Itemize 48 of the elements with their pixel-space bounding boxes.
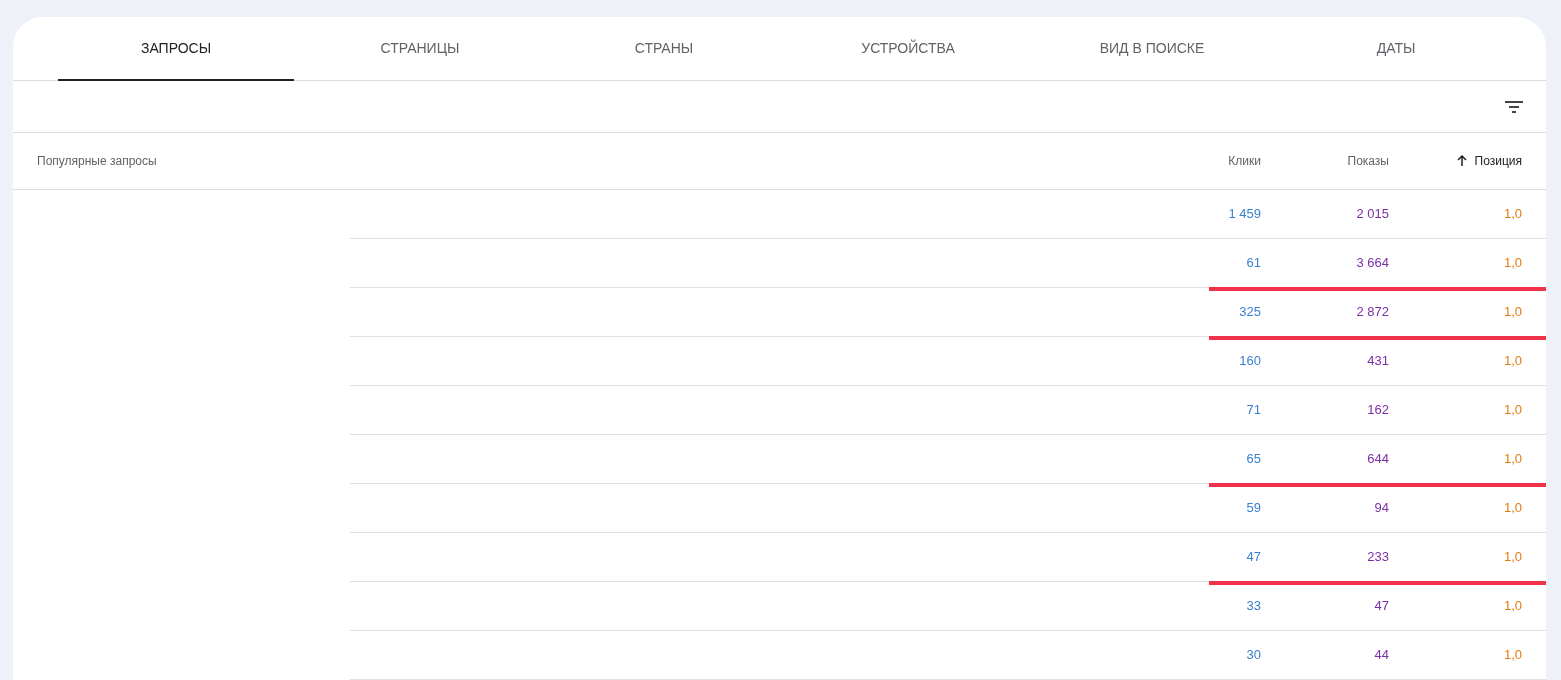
tab[interactable]: ЗАПРОСЫ [58, 17, 294, 81]
tab[interactable]: ДАТЫ [1278, 17, 1514, 81]
position-cell-text: 1,0 [1503, 450, 1522, 469]
position-cell-text: 1,0 [1503, 205, 1522, 224]
position-cell-text: 1,0 [1503, 646, 1522, 665]
tab[interactable]: СТРАНЫ [546, 17, 782, 81]
impressions-cell-text: 2 015 [1356, 205, 1389, 224]
impressions-cell-text: 3 664 [1356, 254, 1389, 273]
position-cell-text: 1,0 [1503, 597, 1522, 616]
column-header[interactable]: Позиция [1456, 152, 1522, 170]
column-header[interactable]: Клики [1228, 152, 1261, 170]
impressions-cell-text: 94 [1374, 499, 1389, 518]
table-row[interactable]: 30 44 1,0 [350, 631, 1546, 680]
impressions-cell-text: 233 [1367, 548, 1389, 567]
impressions-cell-text: 44 [1374, 646, 1389, 665]
clicks-cell-text: 61 [1246, 254, 1261, 273]
table-row[interactable]: 1 459 2 015 1,0 [350, 190, 1546, 239]
position-cell-text: 1,0 [1503, 303, 1522, 322]
table-row[interactable]: 160 431 1,0 [350, 337, 1546, 386]
column-header[interactable]: Показы [1347, 152, 1389, 170]
position-cell-text: 1,0 [1503, 499, 1522, 518]
clicks-cell-text: 33 [1246, 597, 1261, 616]
impressions-cell-text: 47 [1374, 597, 1389, 616]
position-cell-text: 1,0 [1503, 401, 1522, 420]
clicks-cell-text: 325 [1239, 303, 1261, 322]
table-row[interactable]: 71 162 1,0 [350, 386, 1546, 435]
position-cell-text: 1,0 [1503, 254, 1522, 273]
table-row[interactable]: 59 94 1,0 [350, 484, 1546, 533]
tab[interactable]: СТРАНИЦЫ [302, 17, 538, 81]
filter-icon[interactable] [1504, 99, 1524, 114]
column-header: Популярные запросы [37, 153, 158, 170]
clicks-cell-text: 160 [1239, 352, 1261, 371]
position-cell-text: 1,0 [1503, 548, 1522, 567]
tab[interactable]: УСТРОЙСТВА [790, 17, 1026, 81]
clicks-cell-text: 30 [1246, 646, 1261, 665]
clicks-cell-text: 71 [1246, 401, 1261, 420]
clicks-cell-text: 65 [1246, 450, 1261, 469]
position-cell-text: 1,0 [1503, 352, 1522, 371]
clicks-cell-text: 47 [1246, 548, 1261, 567]
impressions-cell-text: 162 [1367, 401, 1389, 420]
clicks-cell-text: 1 459 [1228, 205, 1261, 224]
impressions-cell-text: 644 [1367, 450, 1389, 469]
impressions-cell-text: 431 [1367, 352, 1389, 371]
impressions-cell-text: 2 872 [1356, 303, 1389, 322]
arrow-up-icon [1456, 155, 1467, 167]
clicks-cell-text: 59 [1246, 499, 1261, 518]
table-row[interactable]: 33 47 1,0 [350, 582, 1546, 631]
tab[interactable]: ВИД В ПОИСКЕ [1034, 17, 1270, 81]
